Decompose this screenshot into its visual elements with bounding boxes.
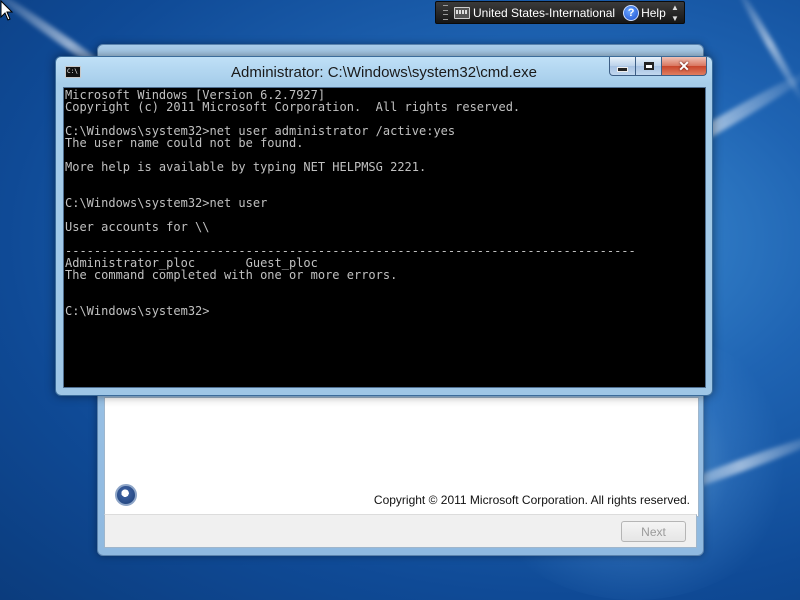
console-line: C:\Windows\system32> xyxy=(65,304,210,318)
chevron-down-icon: ▼ xyxy=(671,13,679,23)
setup-footer: Next xyxy=(104,514,697,548)
minimize-button[interactable] xyxy=(609,57,636,76)
input-language[interactable]: United States-International xyxy=(473,6,615,20)
console-output[interactable]: Microsoft Windows [Version 6.2.7927] Cop… xyxy=(63,87,706,388)
keyboard-icon xyxy=(454,6,470,19)
console-line: The command completed with one or more e… xyxy=(65,268,398,282)
desktop: { "language_bar": { "language": "United … xyxy=(0,0,800,600)
help-link[interactable]: Help xyxy=(641,6,666,20)
windows-setup-icon xyxy=(115,484,137,506)
console-line: The user name could not be found. xyxy=(65,136,304,150)
language-bar-options[interactable]: ▲ ▼ xyxy=(669,3,681,23)
close-icon: ✕ xyxy=(678,58,690,74)
console-line: Copyright (c) 2011 Microsoft Corporation… xyxy=(65,100,521,114)
console-line: More help is available by typing NET HEL… xyxy=(65,160,427,174)
cmd-window[interactable]: C:\ Administrator: C:\Windows\system32\c… xyxy=(55,56,713,396)
console-text[interactable]: Microsoft Windows [Version 6.2.7927] Cop… xyxy=(64,88,705,317)
setup-content: Copyright © 2011 Microsoft Corporation. … xyxy=(104,397,699,517)
console-line: C:\Windows\system32>net user xyxy=(65,196,268,210)
window-controls: ✕ xyxy=(609,57,707,77)
close-button[interactable]: ✕ xyxy=(662,57,707,76)
next-button[interactable]: Next xyxy=(621,521,686,542)
minimize-icon xyxy=(617,66,628,72)
help-icon[interactable]: ? xyxy=(623,4,640,21)
setup-copyright: Copyright © 2011 Microsoft Corporation. … xyxy=(373,493,690,507)
language-bar-grip[interactable] xyxy=(440,4,452,22)
language-bar[interactable]: United States-International ? Help ▲ ▼ xyxy=(435,1,685,24)
chevron-up-icon: ▲ xyxy=(671,2,679,12)
maximize-icon xyxy=(643,62,654,70)
maximize-button[interactable] xyxy=(636,57,662,76)
console-line: User accounts for \\ xyxy=(65,220,210,234)
arrow-cursor-icon xyxy=(0,0,14,21)
